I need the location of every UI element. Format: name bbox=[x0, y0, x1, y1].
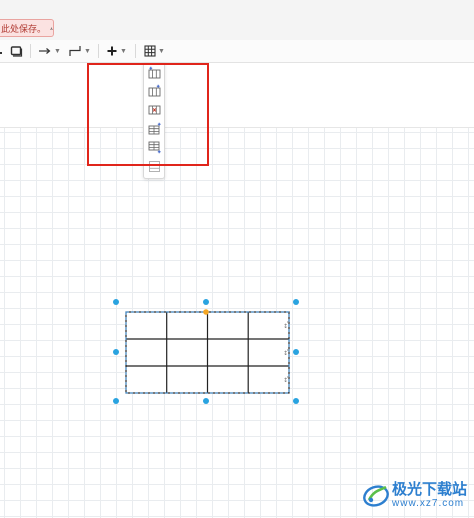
shadow-rectangle-button[interactable] bbox=[10, 43, 23, 59]
watermark-text: 极光下载站 www.xz7.com bbox=[392, 481, 467, 509]
title-strip: 此处保存。 bbox=[0, 0, 474, 41]
save-notice-text: 此处保存。 bbox=[1, 23, 47, 34]
download-icon[interactable] bbox=[50, 24, 53, 33]
toolbar: ▼ ▼ ▼ ▼ bbox=[0, 40, 474, 63]
toolbar-divider bbox=[30, 44, 31, 58]
plus-icon bbox=[107, 46, 117, 56]
format-panel-area bbox=[0, 63, 474, 128]
drawio-editor: 此处保存。 ▼ ▼ ▼ ▼ ↕ ↕ ↕ 极光下载站 www.xz7.com bbox=[0, 0, 474, 518]
table-button[interactable]: ▼ bbox=[144, 43, 165, 59]
chevron-down-icon: ▼ bbox=[158, 47, 165, 55]
chevron-down-icon: ▼ bbox=[54, 47, 61, 55]
watermark-logo: 极光下载站 www.xz7.com bbox=[362, 478, 467, 512]
waypoints-button[interactable]: ▼ bbox=[68, 43, 91, 59]
aurora-logo-icon bbox=[363, 485, 389, 507]
table-grid-icon bbox=[144, 45, 156, 57]
save-notice[interactable]: 此处保存。 bbox=[0, 19, 54, 37]
arrow-right-icon bbox=[39, 48, 51, 54]
watermark-name: 极光下载站 bbox=[392, 481, 468, 498]
toolbar-divider bbox=[135, 44, 136, 58]
table-shape-selection[interactable]: ↕ ↕ ↕ bbox=[110, 295, 306, 409]
insert-button[interactable]: ▼ bbox=[106, 43, 127, 59]
table-shape[interactable]: ↕ ↕ ↕ bbox=[110, 295, 306, 409]
highlight-annotation-box bbox=[87, 63, 209, 166]
svg-text:↕: ↕ bbox=[283, 323, 288, 330]
connection-style-button[interactable]: ▼ bbox=[38, 43, 61, 59]
toolbar-partial-icon[interactable] bbox=[0, 43, 4, 59]
watermark-url: www.xz7.com bbox=[392, 498, 465, 509]
chevron-down-icon: ▼ bbox=[84, 47, 91, 55]
svg-text:↕: ↕ bbox=[283, 377, 288, 384]
toolbar-divider bbox=[98, 44, 99, 58]
chevron-down-icon: ▼ bbox=[120, 47, 127, 55]
elbow-connector-icon bbox=[69, 46, 81, 56]
svg-text:↕: ↕ bbox=[283, 350, 288, 357]
rectangle-icon bbox=[10, 45, 23, 57]
